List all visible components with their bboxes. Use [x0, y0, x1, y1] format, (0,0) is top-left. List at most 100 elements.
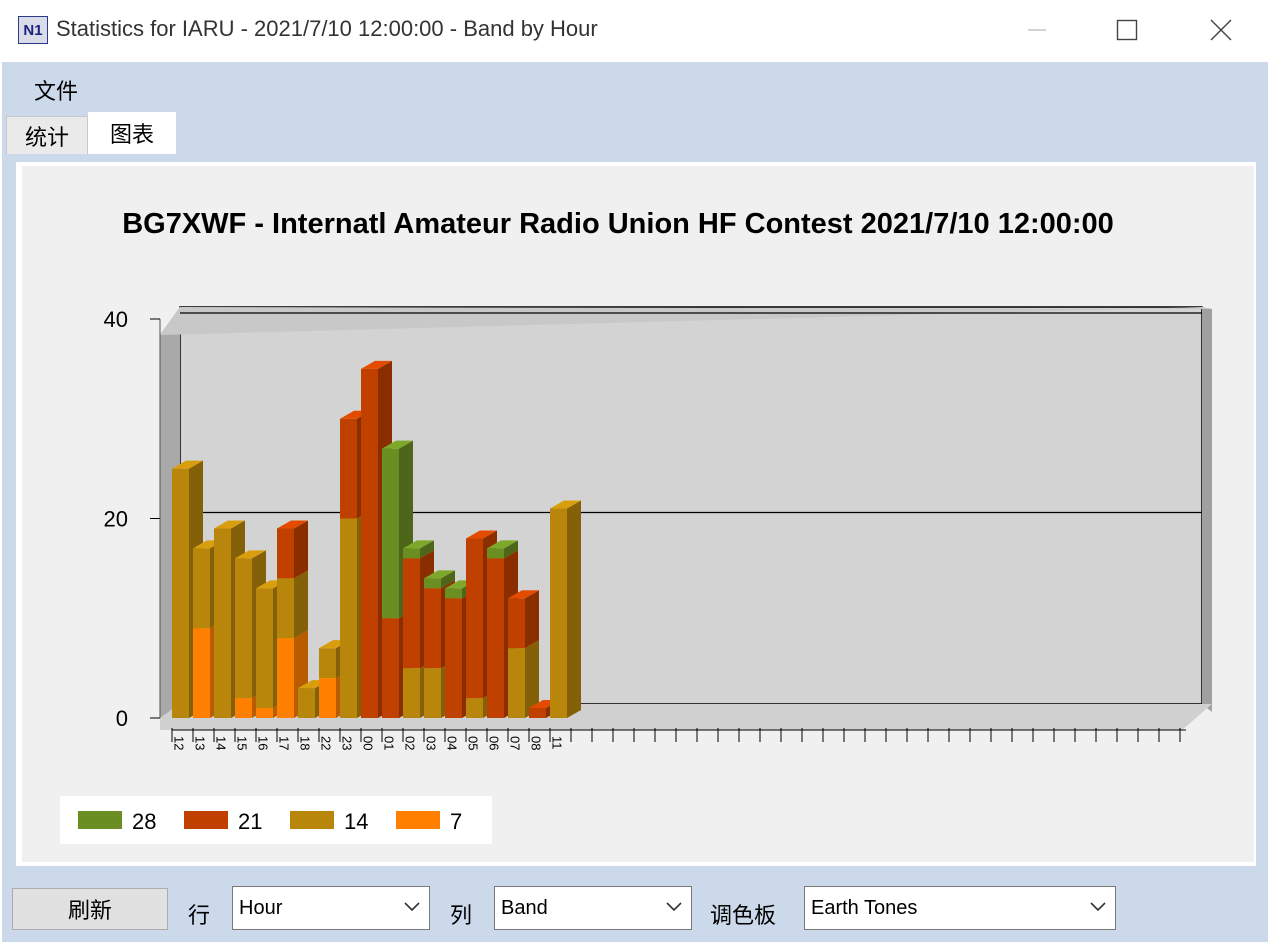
bar-segment-front — [466, 538, 483, 699]
bar-segment-side — [294, 570, 308, 639]
chart-right-side — [1202, 307, 1212, 712]
x-tick-label: 12 — [172, 736, 187, 750]
palette-select[interactable]: Earth Tones — [804, 886, 1116, 930]
y-tick-label: 20 — [104, 507, 128, 532]
bar-segment-front — [277, 578, 294, 639]
legend-swatch — [290, 811, 334, 829]
x-tick-label: 16 — [256, 736, 271, 750]
menu-bar: 文件 — [2, 62, 1268, 112]
close-icon — [1210, 19, 1232, 41]
close-button[interactable] — [1198, 8, 1244, 52]
bar-segment-front — [340, 418, 357, 519]
bar-segment-front — [445, 588, 462, 599]
tab-statistics[interactable]: 统计 — [6, 116, 88, 154]
bar-segment-front — [193, 628, 210, 718]
x-tick-label: 23 — [340, 736, 355, 750]
x-tick-label: 01 — [382, 736, 397, 750]
x-tick-label: 14 — [214, 736, 229, 750]
bar-segment-front — [172, 468, 189, 718]
x-tick-label: 18 — [298, 736, 313, 750]
x-tick-label: 17 — [277, 736, 292, 750]
tab-strip: 统计 图表 — [2, 112, 1268, 154]
bar-segment-front — [508, 648, 525, 718]
bar-segment-side — [294, 520, 308, 579]
bar-segment-front — [445, 598, 462, 718]
bar-segment-front — [487, 548, 504, 559]
bar-segment-front — [319, 648, 336, 679]
x-tick-label: 02 — [403, 736, 418, 750]
legend-swatch — [184, 811, 228, 829]
bar-segment-front — [487, 558, 504, 718]
bar-segment-front — [193, 548, 210, 629]
legend-label: 14 — [344, 809, 368, 834]
y-tick-label: 40 — [104, 307, 128, 332]
column-select[interactable]: Band — [494, 886, 692, 930]
legend-label: 21 — [238, 809, 262, 834]
chevron-down-icon — [404, 902, 420, 912]
tab-chart[interactable]: 图表 — [88, 112, 176, 154]
bar-segment-front — [466, 698, 483, 718]
window-title: Statistics for IARU - 2021/7/10 12:00:00… — [56, 16, 598, 41]
bar-segment-front — [382, 618, 399, 718]
bar-segment-front — [403, 548, 420, 559]
bar-segment-front — [424, 668, 441, 718]
maximize-button[interactable] — [1104, 8, 1150, 52]
chart-title: BG7XWF - Internatl Amateur Radio Union H… — [122, 208, 1114, 240]
bar-segment-front — [550, 508, 567, 718]
column-select-value: Band — [501, 897, 548, 919]
bar-segment-front — [214, 528, 231, 718]
x-tick-label: 07 — [508, 736, 523, 750]
x-tick-label: 05 — [466, 736, 481, 750]
x-tick-label: 00 — [361, 736, 376, 750]
minimize-icon — [1028, 29, 1046, 31]
bar-segment-front — [424, 588, 441, 669]
title-bar: N1 Statistics for IARU - 2021/7/10 12:00… — [0, 0, 1270, 62]
bar-segment-front — [403, 668, 420, 718]
legend-swatch — [78, 811, 122, 829]
palette-select-value: Earth Tones — [811, 897, 918, 919]
n1mm-app-icon: N1 — [18, 16, 48, 44]
legend-swatch — [396, 811, 440, 829]
legend-label: 28 — [132, 809, 156, 834]
bottom-toolbar: 刷新 行 Hour 列 Band 调色板 Earth Tones — [2, 876, 1268, 942]
x-tick-label: 13 — [193, 736, 208, 750]
bar-segment-front — [235, 558, 252, 699]
bar-segment-front — [403, 558, 420, 669]
column-label: 列 — [450, 904, 473, 929]
menu-file[interactable]: 文件 — [34, 74, 78, 106]
bar-segment-front — [256, 588, 273, 709]
x-tick-label: 08 — [529, 736, 544, 750]
x-tick-label: 04 — [445, 736, 460, 750]
bar-segment-front — [361, 368, 378, 718]
refresh-button[interactable]: 刷新 — [12, 888, 168, 930]
bar-segment-front — [256, 708, 273, 718]
x-tick-label: 22 — [319, 736, 334, 750]
chart-tab-content: BG7XWF - Internatl Amateur Radio Union H… — [2, 154, 1268, 876]
chart-area: BG7XWF - Internatl Amateur Radio Union H… — [22, 166, 1254, 862]
bar-segment-front — [529, 708, 546, 718]
y-tick-label: 0 — [116, 706, 128, 731]
x-tick-label: 15 — [235, 736, 250, 750]
row-select[interactable]: Hour — [232, 886, 430, 930]
bar-segment-front — [319, 678, 336, 718]
chevron-down-icon — [1090, 902, 1106, 912]
row-label: 行 — [188, 904, 211, 929]
legend-label: 7 — [450, 809, 462, 834]
band-by-hour-chart: BG7XWF - Internatl Amateur Radio Union H… — [60, 208, 1212, 844]
bar-segment-front — [382, 448, 399, 619]
maximize-icon — [1116, 19, 1138, 41]
bar-segment-front — [277, 528, 294, 579]
chart-panel: BG7XWF - Internatl Amateur Radio Union H… — [16, 162, 1256, 866]
bar-segment-front — [235, 698, 252, 718]
bar-segment-front — [424, 578, 441, 589]
bar-segment-front — [277, 638, 294, 718]
minimize-button[interactable] — [1014, 8, 1060, 52]
bar-segment-front — [340, 518, 357, 718]
palette-label: 调色板 — [710, 904, 777, 929]
x-tick-label: 06 — [487, 736, 502, 750]
x-tick-label: 11 — [550, 736, 565, 750]
bar-segment-front — [508, 598, 525, 649]
x-tick-label: 03 — [424, 736, 439, 750]
row-select-value: Hour — [239, 897, 283, 919]
chevron-down-icon — [666, 902, 682, 912]
